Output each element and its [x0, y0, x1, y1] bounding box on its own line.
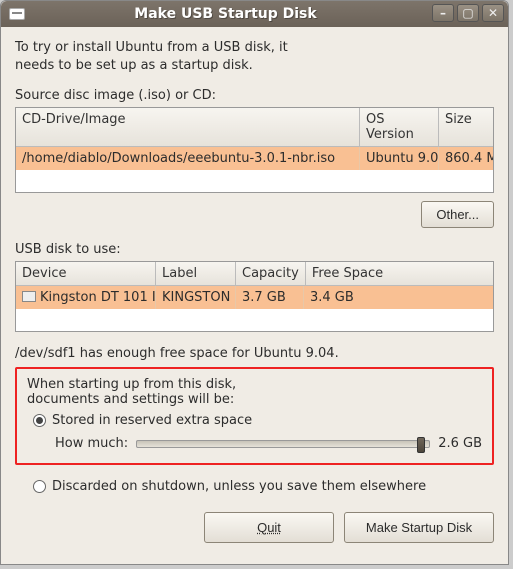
usb-blank-row: [16, 309, 493, 331]
source-row[interactable]: /home/diablo/Downloads/eeebuntu-3.0.1-nb…: [16, 147, 493, 170]
usb-free: 3.4 GB: [304, 286, 493, 309]
intro-text: To try or install Ubuntu from a USB disk…: [15, 39, 494, 74]
source-header-os[interactable]: OS Version: [360, 108, 439, 147]
usb-device: Kingston DT 101 II: [16, 286, 156, 309]
status-text: /dev/sdf1 has enough free space for Ubun…: [15, 346, 494, 361]
other-button[interactable]: Other...: [421, 201, 494, 228]
usb-label-cell: KINGSTON: [156, 286, 236, 309]
usb-label: USB disk to use:: [15, 242, 494, 257]
make-startup-button[interactable]: Make Startup Disk: [344, 512, 494, 543]
quit-button[interactable]: Quit: [204, 512, 334, 543]
source-header-image[interactable]: CD-Drive/Image: [16, 108, 360, 147]
usb-header-label[interactable]: Label: [156, 262, 236, 286]
content: To try or install Ubuntu from a USB disk…: [1, 27, 508, 564]
window: Make USB Startup Disk – ▢ ✕ To try or in…: [0, 0, 509, 565]
source-blank-row: [16, 170, 493, 192]
options-intro1: When starting up from this disk,: [27, 377, 482, 392]
usb-table: Device Label Capacity Free Space Kingsto…: [15, 261, 494, 332]
radio-stored[interactable]: [33, 414, 46, 427]
maximize-button[interactable]: ▢: [457, 4, 479, 22]
option-discarded[interactable]: Discarded on shutdown, unless you save t…: [33, 479, 494, 494]
usb-header-capacity[interactable]: Capacity: [236, 262, 306, 286]
source-size: 860.4 MB: [439, 147, 493, 170]
howmuch-row: How much: 2.6 GB: [55, 436, 482, 451]
howmuch-slider[interactable]: [136, 440, 430, 448]
radio-discarded[interactable]: [33, 480, 46, 493]
options-box: When starting up from this disk, documen…: [15, 367, 494, 465]
disk-icon: [22, 291, 36, 302]
option-stored-label: Stored in reserved extra space: [52, 413, 252, 428]
source-label: Source disc image (.iso) or CD:: [15, 88, 494, 103]
intro-line2: needs to be set up as a startup disk.: [15, 57, 494, 75]
footer: Quit Make Startup Disk: [15, 512, 494, 543]
source-header-size[interactable]: Size: [439, 108, 493, 147]
options-intro2: documents and settings will be:: [27, 392, 482, 407]
slider-thumb[interactable]: [417, 437, 425, 453]
option-discarded-label: Discarded on shutdown, unless you save t…: [52, 479, 426, 494]
usb-header-device[interactable]: Device: [16, 262, 156, 286]
howmuch-label: How much:: [55, 436, 128, 451]
option-stored[interactable]: Stored in reserved extra space: [33, 413, 482, 428]
usb-header-free[interactable]: Free Space: [306, 262, 493, 286]
titlebar: Make USB Startup Disk – ▢ ✕: [1, 1, 508, 27]
usb-row[interactable]: Kingston DT 101 II KINGSTON 3.7 GB 3.4 G…: [16, 286, 493, 309]
usb-capacity: 3.7 GB: [236, 286, 304, 309]
close-button[interactable]: ✕: [482, 4, 504, 22]
source-os: Ubuntu 9.04: [360, 147, 439, 170]
app-icon: [9, 8, 25, 20]
howmuch-value: 2.6 GB: [438, 436, 482, 451]
minimize-button[interactable]: –: [432, 4, 454, 22]
source-table: CD-Drive/Image OS Version Size /home/dia…: [15, 107, 494, 193]
intro-line1: To try or install Ubuntu from a USB disk…: [15, 39, 494, 57]
source-path: /home/diablo/Downloads/eeebuntu-3.0.1-nb…: [16, 147, 360, 170]
